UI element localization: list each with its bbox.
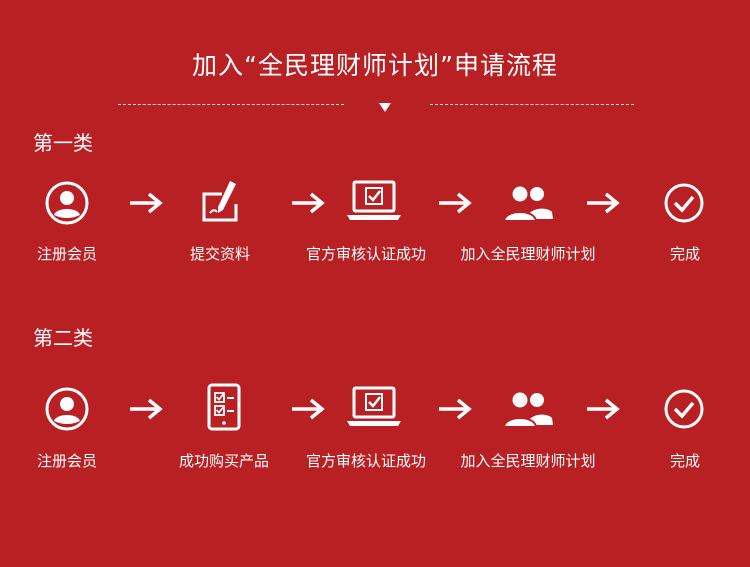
- step-label-register: 注册会员: [36, 452, 97, 470]
- user-circle-icon: [37, 177, 97, 229]
- users-group-icon: [498, 177, 558, 229]
- step-label-verify: 官方审核认证成功: [305, 245, 426, 263]
- divider-dash-left: [118, 104, 344, 105]
- laptop-check-icon: [344, 175, 404, 227]
- section-label-1: 第一类: [33, 131, 93, 155]
- page-title: 加入“全民理财师计划”申请流程: [192, 51, 558, 80]
- arrow-right-icon: [290, 397, 326, 421]
- arrow-right-icon: [585, 191, 621, 215]
- step-label-purchase: 成功购买产品: [178, 452, 269, 470]
- arrow-right-icon: [128, 397, 164, 421]
- step-label-submit: 提交资料: [189, 245, 250, 263]
- step-label-register: 注册会员: [36, 245, 97, 263]
- users-group-icon: [498, 383, 558, 435]
- step-label-done: 完成: [669, 452, 700, 470]
- tablet-checklist-icon: [194, 381, 254, 433]
- section-label-2: 第二类: [33, 326, 93, 350]
- arrow-right-icon: [585, 397, 621, 421]
- step-label-done: 完成: [669, 245, 700, 263]
- step-label-join: 加入全民理财师计划: [460, 452, 596, 470]
- step-label-join: 加入全民理财师计划: [460, 245, 596, 263]
- arrow-right-icon: [437, 191, 473, 215]
- arrow-right-icon: [128, 191, 164, 215]
- user-circle-icon: [37, 383, 97, 435]
- check-circle-icon: [654, 383, 714, 435]
- arrow-right-icon: [437, 397, 473, 421]
- triangle-down-icon: [379, 103, 391, 112]
- laptop-check-icon: [344, 381, 404, 433]
- divider-dash-right: [430, 104, 634, 105]
- title-divider: [118, 96, 634, 118]
- pen-document-icon: [190, 175, 250, 227]
- check-circle-icon: [654, 177, 714, 229]
- arrow-right-icon: [290, 191, 326, 215]
- step-label-verify: 官方审核认证成功: [305, 452, 426, 470]
